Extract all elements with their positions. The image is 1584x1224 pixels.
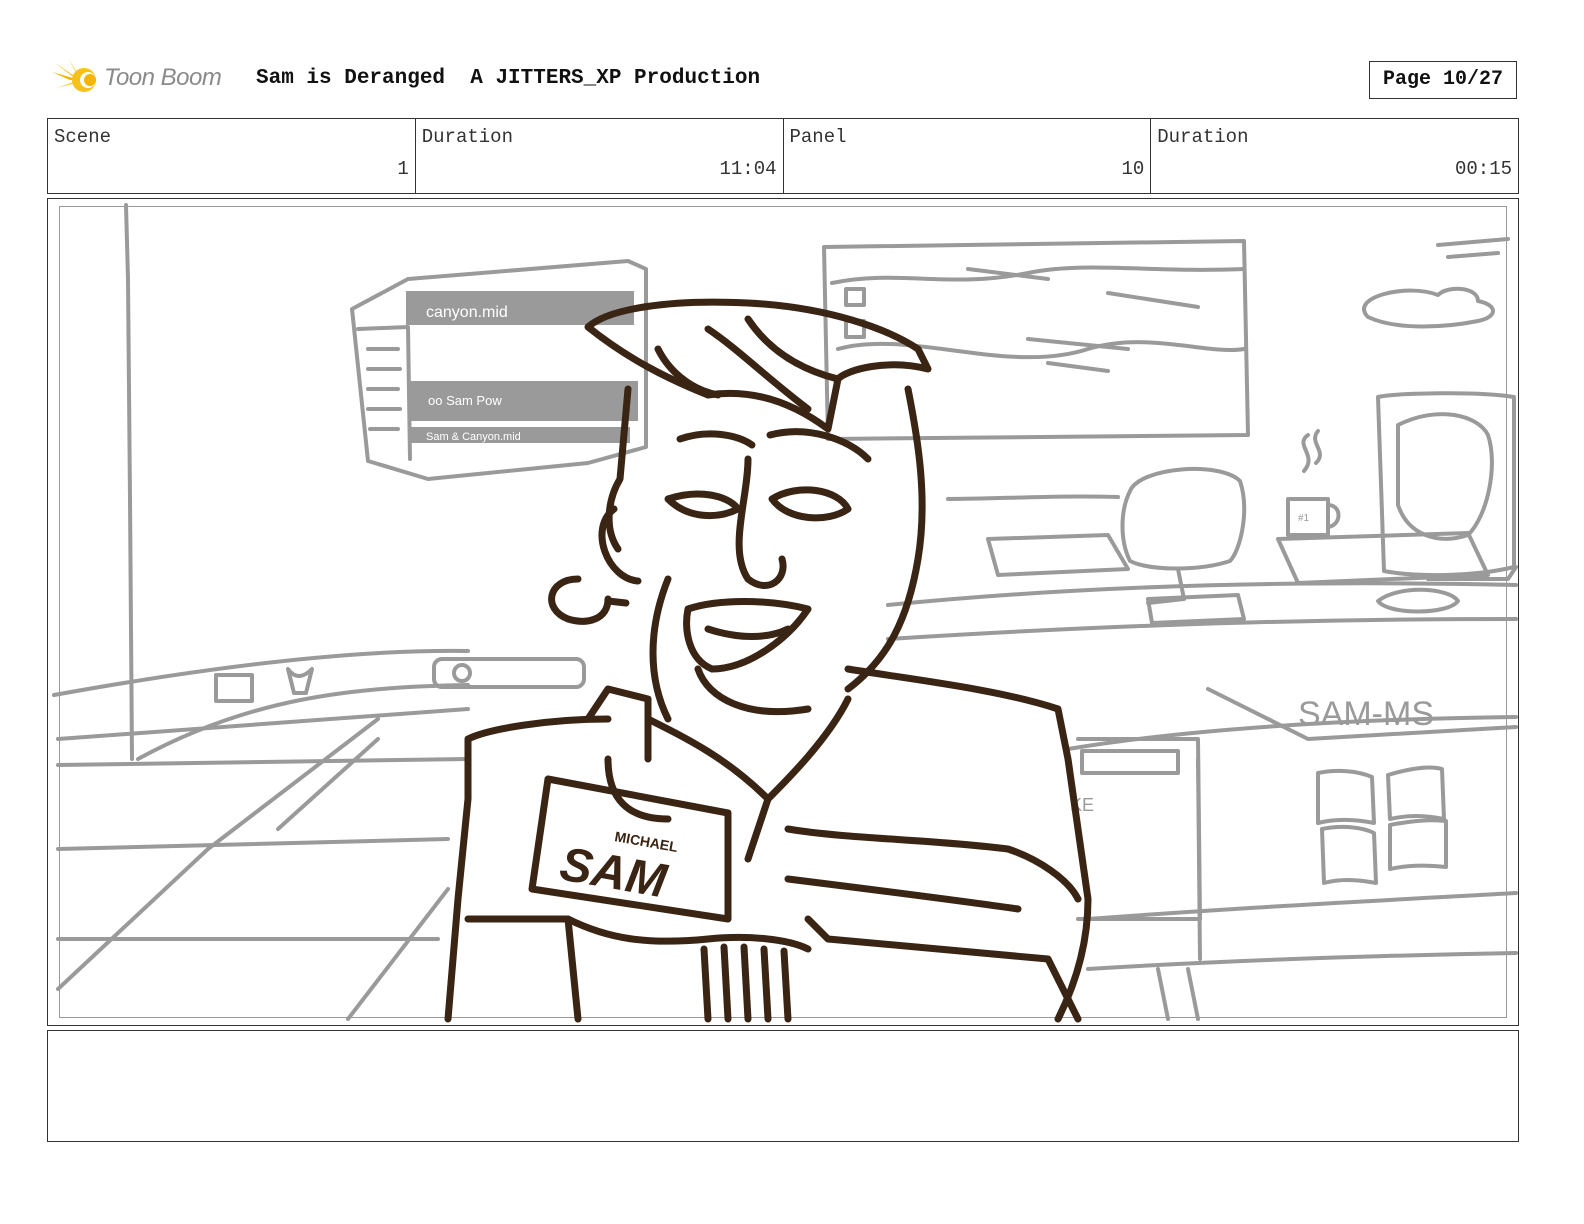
panel-duration-cell: Duration 00:15 [1151,119,1518,193]
page-header: Toon Boom Sam is Deranged A JITTERS_XP P… [52,56,1532,104]
logo-text: Toon Boom [104,64,222,91]
desk-sign-text: SAM-MS [1298,695,1434,733]
scene-info-table: Scene 1 Duration 11:04 Panel 10 Duration… [47,118,1519,194]
window-title-text: canyon.mid [426,304,508,321]
panel-cell: Panel 10 [784,119,1152,193]
panel-notes-box [47,1030,1519,1142]
toon-boom-logo: Toon Boom [52,56,242,104]
scene-label: Scene [54,126,112,148]
storyboard-panel: canyon.mid oo Sam Pow Sam & Canyon.mid S… [47,198,1519,1026]
sketch-labels-gray: canyon.mid oo Sam Pow Sam & Canyon.mid S… [426,304,1434,815]
panel-duration-value: 00:15 [1454,158,1512,180]
window-footer-text: Sam & Canyon.mid [426,431,521,443]
scene-value: 1 [397,158,409,180]
panel-sketch: canyon.mid oo Sam Pow Sam & Canyon.mid S… [52,203,1518,1023]
window-status-text: oo Sam Pow [428,393,502,408]
scene-duration-label: Duration [421,126,513,148]
panel-duration-label: Duration [1157,126,1249,148]
scene-cell: Scene 1 [48,119,416,193]
starburst-icon [52,58,96,100]
panel-label: Panel [789,126,847,148]
background-sketch [52,203,1518,1021]
scene-duration-cell: Duration 11:04 [416,119,784,193]
page-number: Page 10/27 [1369,61,1517,99]
panel-value: 10 [1121,158,1145,180]
document-title: Sam is Deranged A JITTERS_XP Production [256,67,761,90]
mug-text: #1 [1298,513,1310,524]
scene-duration-value: 11:04 [719,158,777,180]
